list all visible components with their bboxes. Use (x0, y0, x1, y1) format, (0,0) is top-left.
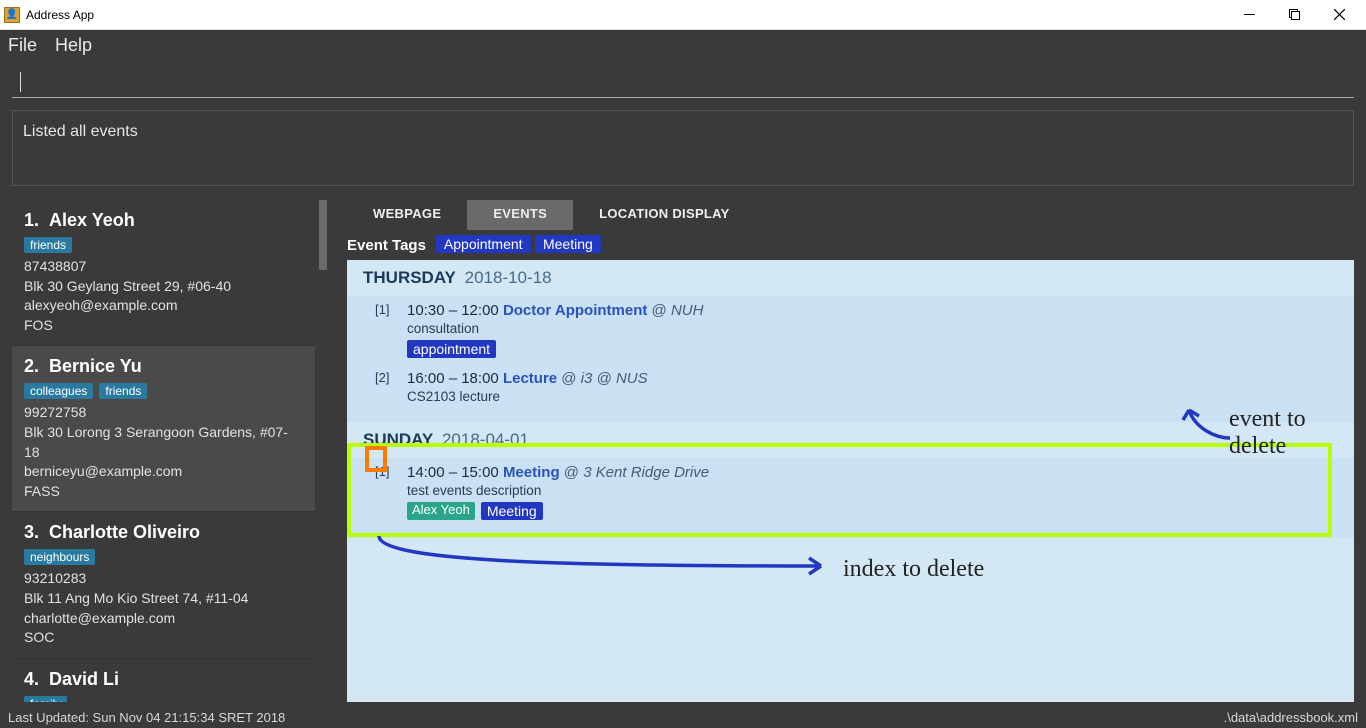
event-description: test events description (407, 483, 1338, 498)
person-tag: family (24, 696, 67, 702)
arrow-icon (371, 532, 841, 578)
person-tag: friends (24, 237, 72, 253)
maximize-button[interactable] (1272, 0, 1317, 30)
event-badge: Alex Yeoh (407, 502, 475, 520)
day-group: THURSDAY 2018-10-18 [1] 10:30 – 12:00 Doct… (347, 260, 1354, 422)
event-index: [2] (375, 370, 397, 404)
person-name: 4. David Li (24, 669, 303, 690)
person-list-panel: 1. Alex Yeoh friends 87438807Blk 30 Geylan… (12, 200, 327, 702)
event-description: CS2103 lecture (407, 389, 1338, 404)
person-tag: neighbours (24, 549, 95, 565)
command-input-container (12, 66, 1354, 98)
event-tag[interactable]: Meeting (535, 235, 601, 253)
day-header: SUNDAY 2018-04-01 (347, 422, 1354, 458)
tab-events[interactable]: EVENTS (467, 200, 573, 230)
tag-row: family (24, 696, 303, 702)
close-button[interactable] (1317, 0, 1362, 30)
event-tags-label: Event Tags (347, 237, 426, 254)
events-area: THURSDAY 2018-10-18 [1] 10:30 – 12:00 Doct… (347, 260, 1354, 702)
person-phone: 99272758 (24, 403, 303, 423)
person-item[interactable]: 4. David Lifamily91031282Blk 436 Serango… (12, 659, 315, 702)
person-dept: FASS (24, 482, 303, 502)
person-item[interactable]: 1. Alex Yeoh friends 87438807Blk 30 Geylan… (12, 200, 315, 346)
day-body: [1] 14:00 – 15:00 Meeting @ 3 Kent Ridge … (347, 458, 1354, 538)
event-badge: appointment (407, 340, 496, 358)
event-row[interactable]: [1] 14:00 – 15:00 Meeting @ 3 Kent Ridge … (347, 458, 1354, 526)
person-item[interactable]: 3. Charlotte Oliveiro neighbours 93210283B… (12, 512, 315, 658)
scrollbar-thumb[interactable] (319, 200, 327, 270)
status-left: Last Updated: Sun Nov 04 21:15:34 SRET 2… (8, 710, 285, 725)
event-line: 10:30 – 12:00 Doctor Appointment @ NUH (407, 302, 1338, 319)
event-row[interactable]: [2] 16:00 – 18:00 Lecture @ i3 @ NUS CS210… (347, 364, 1354, 410)
day-body: [1] 10:30 – 12:00 Doctor Appointment @ NU… (347, 296, 1354, 422)
app-icon: 👤 (4, 7, 20, 23)
tab-webpage[interactable]: WEBPAGE (347, 200, 467, 230)
event-index: [1] (375, 302, 397, 358)
tab-location[interactable]: LOCATION DISPLAY (573, 200, 755, 230)
menu-file[interactable]: File (8, 35, 37, 56)
person-dept: SOC (24, 628, 303, 648)
person-email: berniceyu@example.com (24, 462, 303, 482)
result-display: Listed all events (12, 110, 1354, 186)
event-line: 14:00 – 15:00 Meeting @ 3 Kent Ridge Dri… (407, 464, 1338, 481)
menu-help[interactable]: Help (55, 35, 92, 56)
event-description: consultation (407, 321, 1338, 336)
person-tag: friends (99, 383, 147, 399)
event-tags-row: Event Tags Appointment Meeting (347, 230, 1354, 260)
person-phone: 93210283 (24, 569, 303, 589)
person-name: 2. Bernice Yu (24, 356, 303, 377)
tag-row: neighbours (24, 549, 303, 565)
titlebar: 👤 Address App (0, 0, 1366, 30)
day-group: SUNDAY 2018-04-01 [1] 14:00 – 15:00 Meetin… (347, 422, 1354, 538)
person-item[interactable]: 2. Bernice Yu colleagues friends 99272758Bl… (12, 346, 315, 512)
event-badge: Meeting (481, 502, 543, 520)
result-text: Listed all events (23, 123, 138, 140)
tabs: WEBPAGE EVENTS LOCATION DISPLAY (347, 200, 1354, 230)
person-address: Blk 30 Geylang Street 29, #06-40 (24, 277, 303, 297)
event-line: 16:00 – 18:00 Lecture @ i3 @ NUS (407, 370, 1338, 387)
tag-row: colleagues friends (24, 383, 303, 399)
command-input[interactable] (21, 67, 1354, 97)
statusbar: Last Updated: Sun Nov 04 21:15:34 SRET 2… (0, 706, 1366, 728)
person-email: charlotte@example.com (24, 609, 303, 629)
person-name: 1. Alex Yeoh (24, 210, 303, 231)
day-header: THURSDAY 2018-10-18 (347, 260, 1354, 296)
person-phone: 87438807 (24, 257, 303, 277)
status-right: .\data\addressbook.xml (1224, 710, 1358, 725)
person-email: alexyeoh@example.com (24, 296, 303, 316)
person-address: Blk 11 Ang Mo Kio Street 74, #11-04 (24, 589, 303, 609)
tag-row: friends (24, 237, 303, 253)
event-index: [1] (375, 464, 397, 520)
person-tag: colleagues (24, 383, 93, 399)
scrollbar[interactable] (319, 200, 327, 702)
event-tag[interactable]: Appointment (436, 235, 531, 253)
event-badges: Alex Yeoh Meeting (407, 502, 1338, 520)
event-badges: appointment (407, 340, 1338, 358)
event-row[interactable]: [1] 10:30 – 12:00 Doctor Appointment @ NU… (347, 296, 1354, 364)
person-address: Blk 30 Lorong 3 Serangoon Gardens, #07-1… (24, 423, 303, 462)
annotation-index-to-delete: index to delete (843, 556, 984, 583)
person-name: 3. Charlotte Oliveiro (24, 522, 303, 543)
menubar: File Help (0, 30, 1366, 60)
person-dept: FOS (24, 316, 303, 336)
minimize-button[interactable] (1227, 0, 1272, 30)
window-title: Address App (26, 8, 1227, 22)
